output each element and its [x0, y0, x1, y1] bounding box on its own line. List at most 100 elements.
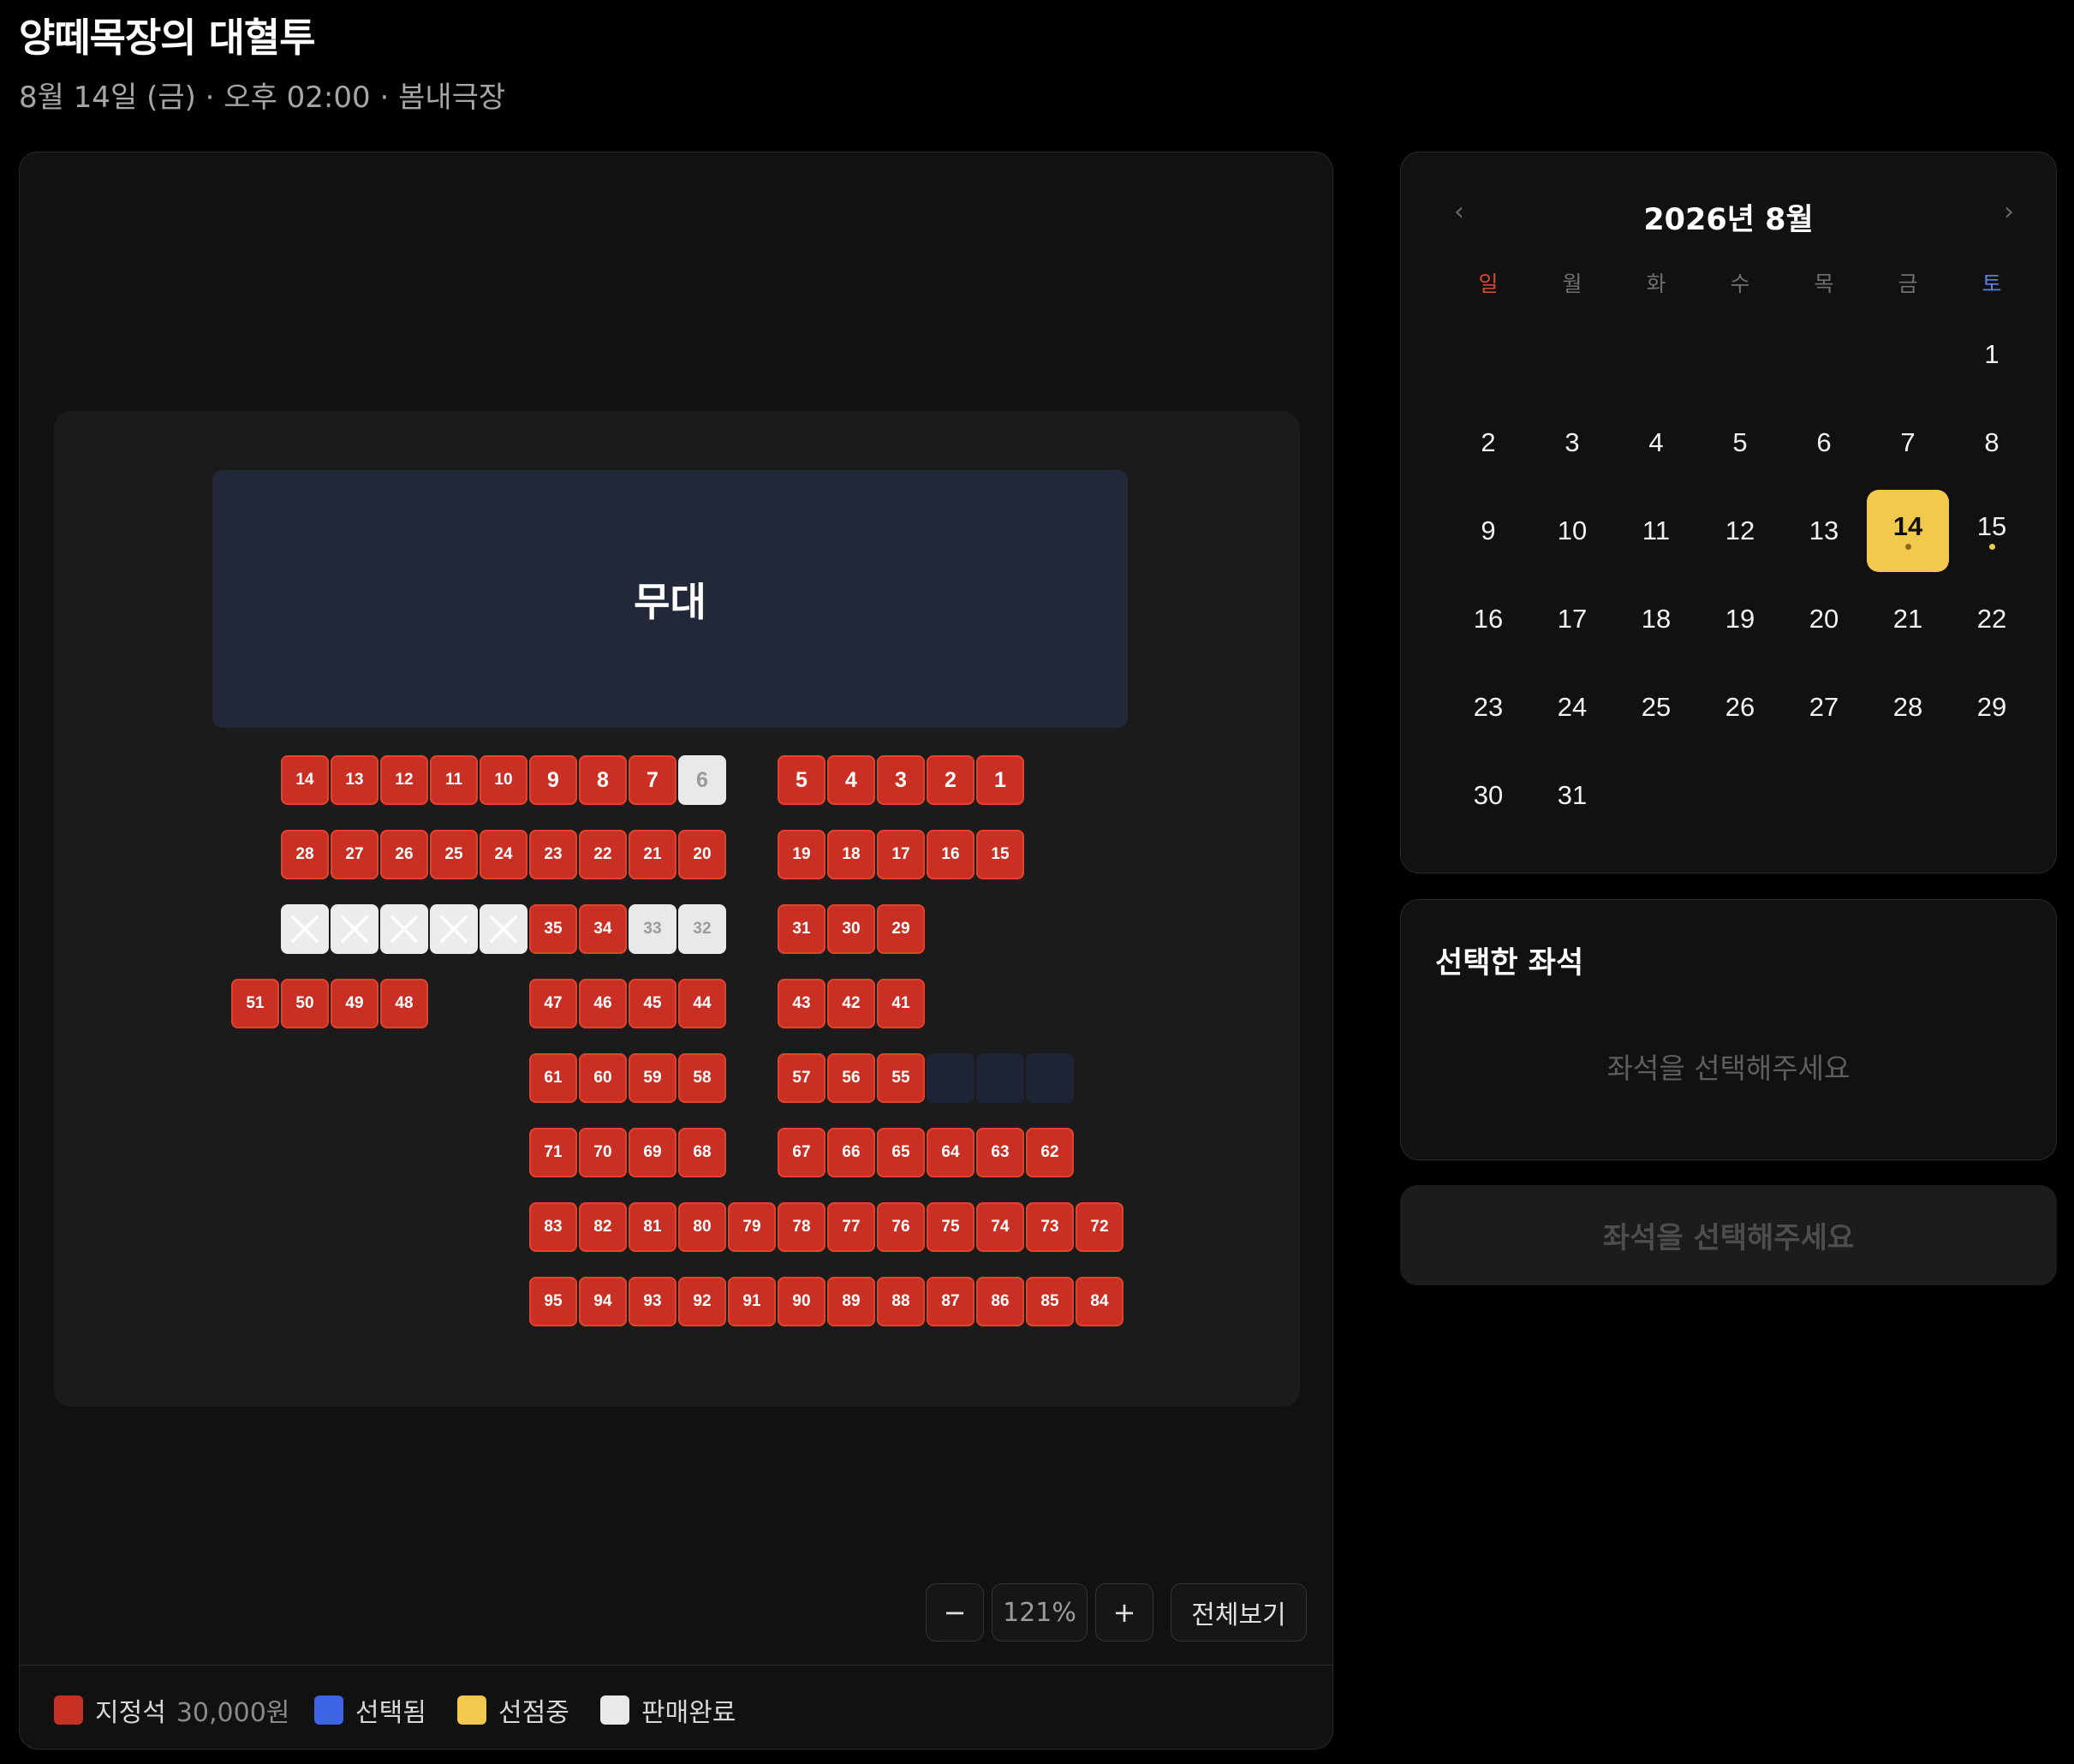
seat-86[interactable]: 86 [976, 1277, 1024, 1326]
seat-75[interactable]: 75 [927, 1202, 974, 1252]
seat-77[interactable]: 77 [827, 1202, 875, 1252]
seat-89[interactable]: 89 [827, 1277, 875, 1326]
seat-88[interactable]: 88 [877, 1277, 925, 1326]
seat-34[interactable]: 34 [579, 904, 627, 954]
seat-49[interactable]: 49 [331, 979, 378, 1028]
seat-50[interactable]: 50 [281, 979, 329, 1028]
seat-10[interactable]: 10 [480, 755, 527, 805]
seat-14[interactable]: 14 [281, 755, 329, 805]
seat-94[interactable]: 94 [579, 1277, 627, 1326]
seat-69[interactable]: 69 [629, 1128, 676, 1177]
calendar-day-12[interactable]: 12 [1699, 490, 1781, 572]
seat-26[interactable]: 26 [380, 830, 428, 879]
seat-47[interactable]: 47 [529, 979, 577, 1028]
seat-23[interactable]: 23 [529, 830, 577, 879]
calendar-day-28[interactable]: 28 [1867, 666, 1949, 748]
seat-74[interactable]: 74 [976, 1202, 1024, 1252]
seat-map[interactable]: 무대 14 13 12 11 10 9 8 7 6 5 4 3 2 1 28 27 26 25 24 23 22 21 20… [54, 411, 1300, 1407]
seat-56[interactable]: 56 [827, 1053, 875, 1103]
calendar-day-14[interactable]: 14 [1867, 490, 1949, 572]
seat-60[interactable]: 60 [579, 1053, 627, 1103]
seat-7[interactable]: 7 [629, 755, 676, 805]
calendar-day-25[interactable]: 25 [1615, 666, 1697, 748]
seat-18[interactable]: 18 [827, 830, 875, 879]
seat-79[interactable]: 79 [728, 1202, 776, 1252]
seat-12[interactable]: 12 [380, 755, 428, 805]
calendar-day-26[interactable]: 26 [1699, 666, 1781, 748]
seat-73[interactable]: 73 [1026, 1202, 1074, 1252]
calendar-day-10[interactable]: 10 [1531, 490, 1613, 572]
calendar-day-31[interactable]: 31 [1531, 754, 1613, 837]
seat-78[interactable]: 78 [778, 1202, 825, 1252]
seat-30[interactable]: 30 [827, 904, 875, 954]
calendar-day-29[interactable]: 29 [1951, 666, 2033, 748]
calendar-day-20[interactable]: 20 [1783, 578, 1865, 660]
calendar-day-18[interactable]: 18 [1615, 578, 1697, 660]
seat-92[interactable]: 92 [678, 1277, 726, 1326]
seat-81[interactable]: 81 [629, 1202, 676, 1252]
calendar-day-4[interactable]: 4 [1615, 402, 1697, 484]
calendar-day-17[interactable]: 17 [1531, 578, 1613, 660]
seat-70[interactable]: 70 [579, 1128, 627, 1177]
seat-82[interactable]: 82 [579, 1202, 627, 1252]
seat-67[interactable]: 67 [778, 1128, 825, 1177]
seat-65[interactable]: 65 [877, 1128, 925, 1177]
seat-5[interactable]: 5 [778, 755, 825, 805]
calendar-day-15[interactable]: 15 [1951, 490, 2033, 572]
calendar-day-2[interactable]: 2 [1447, 402, 1529, 484]
seat-15[interactable]: 15 [976, 830, 1024, 879]
seat-85[interactable]: 85 [1026, 1277, 1074, 1326]
seat-61[interactable]: 61 [529, 1053, 577, 1103]
seat-46[interactable]: 46 [579, 979, 627, 1028]
calendar-day-22[interactable]: 22 [1951, 578, 2033, 660]
seat-63[interactable]: 63 [976, 1128, 1024, 1177]
seat-48[interactable]: 48 [380, 979, 428, 1028]
seat-71[interactable]: 71 [529, 1128, 577, 1177]
calendar-day-3[interactable]: 3 [1531, 402, 1613, 484]
seat-66[interactable]: 66 [827, 1128, 875, 1177]
seat-2[interactable]: 2 [927, 755, 974, 805]
seat-16[interactable]: 16 [927, 830, 974, 879]
zoom-out-button[interactable]: − [926, 1583, 984, 1642]
calendar-day-23[interactable]: 23 [1447, 666, 1529, 748]
seat-59[interactable]: 59 [629, 1053, 676, 1103]
seat-25[interactable]: 25 [430, 830, 478, 879]
seat-93[interactable]: 93 [629, 1277, 676, 1326]
seat-44[interactable]: 44 [678, 979, 726, 1028]
seat-42[interactable]: 42 [827, 979, 875, 1028]
seat-9[interactable]: 9 [529, 755, 577, 805]
calendar-day-8[interactable]: 8 [1951, 402, 2033, 484]
seat-1[interactable]: 1 [976, 755, 1024, 805]
seat-58[interactable]: 58 [678, 1053, 726, 1103]
seat-91[interactable]: 91 [728, 1277, 776, 1326]
seat-13[interactable]: 13 [331, 755, 378, 805]
zoom-in-button[interactable]: + [1095, 1583, 1153, 1642]
calendar-day-7[interactable]: 7 [1867, 402, 1949, 484]
calendar-day-1[interactable]: 1 [1951, 313, 2033, 396]
calendar-day-30[interactable]: 30 [1447, 754, 1529, 837]
seat-55[interactable]: 55 [877, 1053, 925, 1103]
seat-3[interactable]: 3 [877, 755, 925, 805]
seat-41[interactable]: 41 [877, 979, 925, 1028]
seat-20[interactable]: 20 [678, 830, 726, 879]
seat-62[interactable]: 62 [1026, 1128, 1074, 1177]
seat-17[interactable]: 17 [877, 830, 925, 879]
seat-4[interactable]: 4 [827, 755, 875, 805]
calendar-day-9[interactable]: 9 [1447, 490, 1529, 572]
calendar-day-19[interactable]: 19 [1699, 578, 1781, 660]
seat-90[interactable]: 90 [778, 1277, 825, 1326]
seat-24[interactable]: 24 [480, 830, 527, 879]
seat-87[interactable]: 87 [927, 1277, 974, 1326]
seat-45[interactable]: 45 [629, 979, 676, 1028]
calendar-day-24[interactable]: 24 [1531, 666, 1613, 748]
seat-95[interactable]: 95 [529, 1277, 577, 1326]
seat-80[interactable]: 80 [678, 1202, 726, 1252]
seat-84[interactable]: 84 [1076, 1277, 1123, 1326]
seat-35[interactable]: 35 [529, 904, 577, 954]
seat-83[interactable]: 83 [529, 1202, 577, 1252]
seat-68[interactable]: 68 [678, 1128, 726, 1177]
confirm-button[interactable]: 좌석을 선택해주세요 [1400, 1185, 2057, 1285]
seat-51[interactable]: 51 [231, 979, 279, 1028]
seat-11[interactable]: 11 [430, 755, 478, 805]
calendar-day-13[interactable]: 13 [1783, 490, 1865, 572]
